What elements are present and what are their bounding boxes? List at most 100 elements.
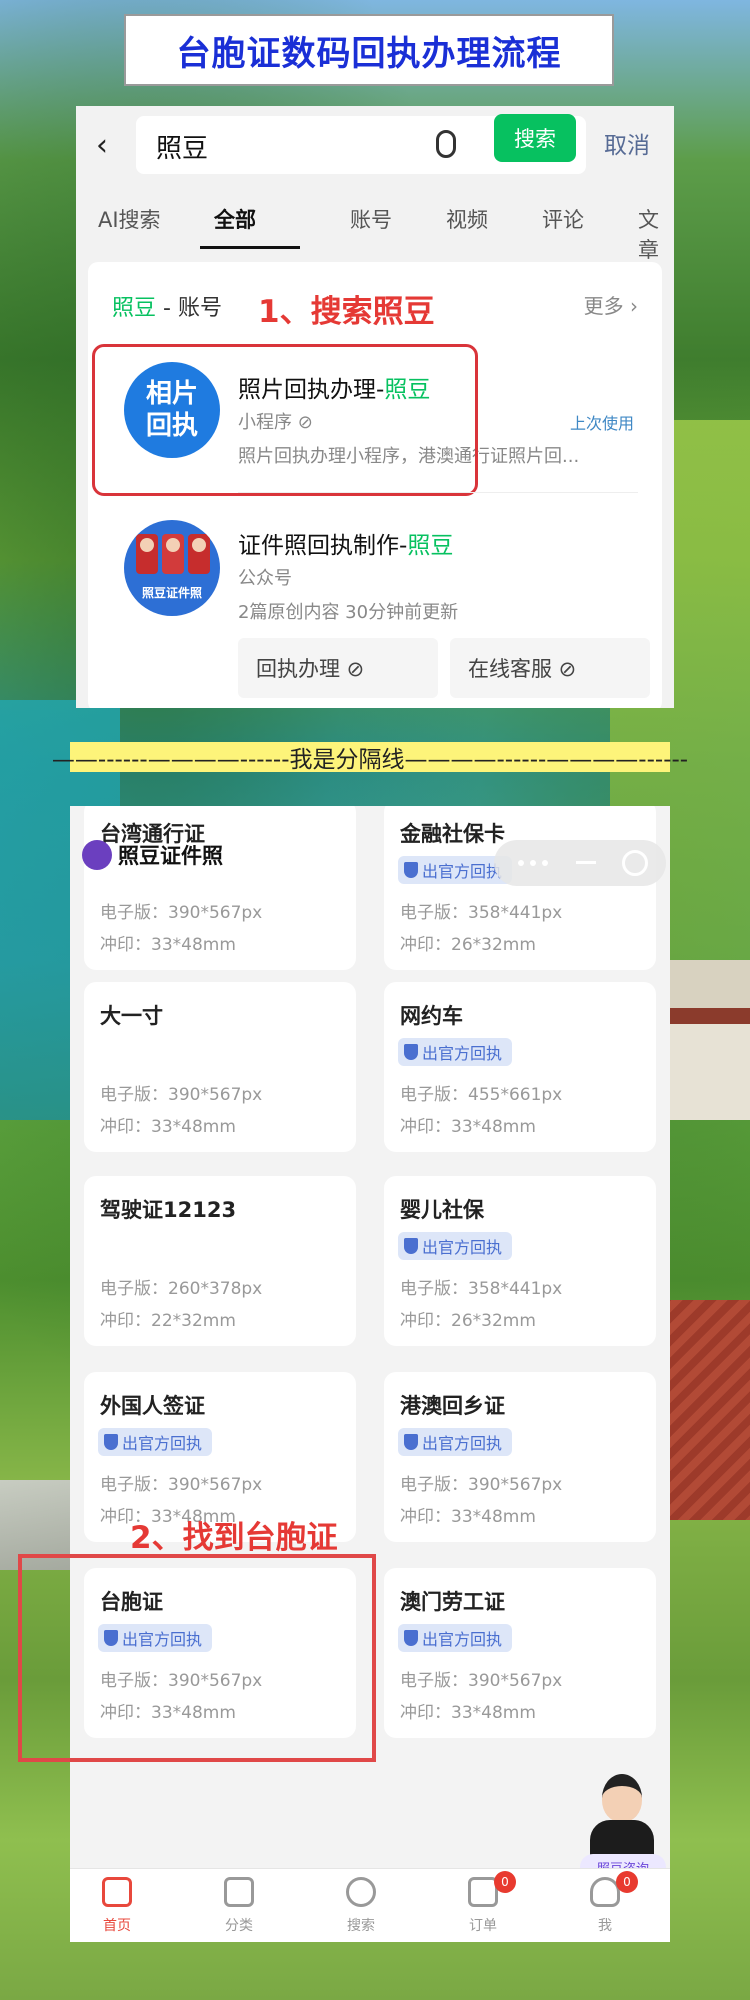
step1-highlight-box	[92, 344, 478, 496]
nav-category[interactable]: 分类	[194, 1877, 284, 1935]
section-label: - 账号	[156, 296, 222, 321]
search-screenshot: ‹ 照豆 搜索 取消 AI搜索 全部 账号 视频 评论 文章 照豆 - 账号 更…	[76, 106, 674, 708]
results-card: 照豆 - 账号 更多 › 1、搜索照豆 相片 回执 照片回执办理-照豆 小程序 …	[88, 262, 662, 708]
product-name: 金融社保卡	[400, 822, 505, 846]
shield-icon	[404, 1238, 418, 1254]
product-print-size: 冲印：33*48mm	[400, 1117, 536, 1137]
product-card-taiwan-pass[interactable]: 台湾通行证 电子版：390*567px 冲印：33*48mm	[84, 806, 356, 970]
product-digital-size: 电子版：358*441px	[400, 1279, 563, 1299]
official-receipt-badge: 出官方回执	[398, 1232, 513, 1260]
product-print-size: 冲印：26*32mm	[400, 935, 536, 955]
house-background	[670, 960, 750, 1120]
camera-icon	[82, 840, 112, 870]
official-account-logo[interactable]: 照豆证件照	[124, 520, 220, 616]
product-name: 大一寸	[100, 1004, 163, 1028]
search-button[interactable]: 搜索	[494, 114, 576, 162]
official-receipt-badge: 出官方回执	[398, 1624, 513, 1652]
official-account-logo-text: 照豆证件照	[141, 586, 202, 600]
tab-all[interactable]: 全部	[214, 204, 256, 234]
product-digital-size: 电子版：390*567px	[100, 1085, 263, 1105]
minimize-icon[interactable]	[576, 861, 596, 864]
product-digital-size: 电子版：358*441px	[400, 903, 563, 923]
shield-icon	[404, 862, 418, 878]
separator-line: ——------————------我是分隔线————------————---…	[52, 742, 688, 773]
product-card-home-return[interactable]: 港澳回乡证 出官方回执 电子版：390*567px 冲印：33*48mm	[384, 1372, 656, 1542]
tab-accounts[interactable]: 账号	[350, 204, 392, 234]
product-name: 驾驶证12123	[100, 1198, 237, 1222]
orders-badge: 0	[494, 1871, 516, 1893]
search-icon	[346, 1877, 376, 1907]
miniapp-capsule[interactable]	[494, 840, 666, 886]
search-tabs: AI搜索 全部 账号 视频 评论 文章	[76, 192, 674, 262]
product-card-driver-license[interactable]: 驾驶证12123 电子版：260*378px 冲印：22*32mm	[84, 1176, 356, 1346]
result2-title-prefix: 证件照回执制作-	[238, 533, 408, 559]
product-name: 港澳回乡证	[400, 1394, 505, 1418]
product-card-ride-hailing[interactable]: 网约车 出官方回执 电子版：455*661px 冲印：33*48mm	[384, 982, 656, 1152]
section-title: 照豆 - 账号	[112, 290, 222, 322]
product-digital-size: 电子版：390*567px	[100, 903, 263, 923]
miniapp-screenshot: 台湾通行证 电子版：390*567px 冲印：33*48mm 金融社保卡 出官方…	[70, 806, 670, 1942]
assistant-avatar	[602, 1774, 642, 1822]
close-icon[interactable]	[622, 850, 648, 876]
product-print-size: 冲印：33*48mm	[400, 1703, 536, 1723]
nav-me-label: 我	[598, 1918, 612, 1934]
official-receipt-badge: 出官方回执	[398, 1428, 513, 1456]
result2-keyword: 照豆	[407, 533, 454, 559]
nav-category-label: 分类	[225, 1918, 253, 1934]
product-digital-size: 电子版：390*567px	[400, 1671, 563, 1691]
nav-orders-label: 订单	[469, 1918, 497, 1934]
microphone-icon[interactable]	[436, 130, 456, 158]
online-support-button[interactable]: 在线客服 ⊘	[450, 638, 650, 698]
nav-search-label: 搜索	[347, 1918, 375, 1934]
product-card-one-inch[interactable]: 大一寸 电子版：390*567px 冲印：33*48mm	[84, 982, 356, 1152]
result2-desc: 2篇原创内容 30分钟前更新	[238, 602, 459, 623]
more-link[interactable]: 更多 ›	[584, 290, 638, 319]
product-card-social-card[interactable]: 金融社保卡 出官方回执 电子版：358*441px 冲印：26*32mm	[384, 806, 656, 970]
official-receipt-badge: 出官方回执	[98, 1428, 213, 1456]
product-card-macau-worker[interactable]: 澳门劳工证 出官方回执 电子版：390*567px 冲印：33*48mm	[384, 1568, 656, 1738]
product-card-infant-social[interactable]: 婴儿社保 出官方回执 电子版：358*441px 冲印：26*32mm	[384, 1176, 656, 1346]
product-print-size: 冲印：22*32mm	[100, 1311, 236, 1331]
nav-search[interactable]: 搜索	[316, 1877, 406, 1935]
tab-videos[interactable]: 视频	[446, 204, 488, 234]
shield-icon	[404, 1044, 418, 1060]
search-query: 照豆	[156, 134, 209, 164]
result2-title[interactable]: 证件照回执制作-照豆	[238, 526, 453, 560]
product-name: 外国人签证	[100, 1394, 205, 1418]
tab-ai-search[interactable]: AI搜索	[98, 204, 161, 234]
tab-comments[interactable]: 评论	[542, 204, 584, 234]
tab-underline	[200, 246, 300, 249]
receipt-service-button[interactable]: 回执办理 ⊘	[238, 638, 438, 698]
nav-home-label: 首页	[103, 1918, 131, 1934]
result2-type: 公众号	[238, 568, 292, 589]
product-print-size: 冲印：33*48mm	[400, 1507, 536, 1527]
product-name: 网约车	[400, 1004, 463, 1028]
home-icon	[102, 1877, 132, 1907]
product-name: 婴儿社保	[400, 1198, 484, 1222]
shield-icon	[404, 1630, 418, 1646]
product-print-size: 冲印：33*48mm	[100, 935, 236, 955]
section-keyword: 照豆	[112, 296, 157, 321]
list-icon	[224, 1877, 254, 1907]
product-print-size: 冲印：26*32mm	[400, 1311, 536, 1331]
step2-highlight-box	[18, 1554, 376, 1762]
divider	[238, 492, 638, 493]
nav-orders[interactable]: 0 订单	[438, 1871, 528, 1935]
shield-icon	[104, 1434, 118, 1450]
cancel-button[interactable]: 取消	[604, 126, 650, 160]
page-title: 台胞证数码回执办理流程	[176, 33, 562, 74]
nav-me[interactable]: 0 我	[560, 1871, 650, 1935]
bottom-nav: 首页 分类 搜索 0 订单 0 我	[70, 1868, 670, 1942]
product-name: 澳门劳工证	[400, 1590, 505, 1614]
back-icon[interactable]: ‹	[96, 128, 108, 163]
official-receipt-badge: 出官方回执	[398, 1038, 513, 1066]
product-digital-size: 电子版：390*567px	[400, 1475, 563, 1495]
product-print-size: 冲印：33*48mm	[100, 1117, 236, 1137]
recent-used-label: 上次使用	[570, 414, 635, 433]
product-digital-size: 电子版：260*378px	[100, 1279, 263, 1299]
title-banner: 台胞证数码回执办理流程	[124, 14, 614, 86]
miniapp-name-bar: 照豆证件照	[82, 838, 233, 872]
miniapp-name: 照豆证件照	[118, 844, 223, 868]
tab-articles[interactable]: 文章	[638, 204, 674, 264]
nav-home[interactable]: 首页	[72, 1877, 162, 1935]
